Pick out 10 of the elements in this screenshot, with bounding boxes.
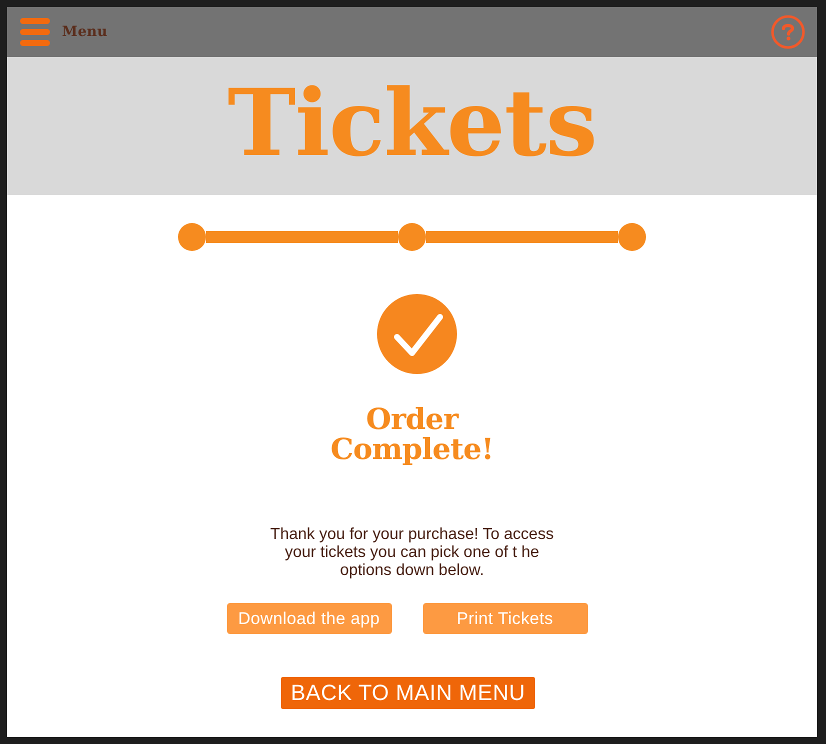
menu-button[interactable]: Menu: [20, 18, 108, 46]
help-icon[interactable]: [771, 15, 805, 49]
action-button[interactable]: Print Tickets: [422, 603, 588, 634]
checkmark-icon: [377, 294, 457, 374]
order-complete-heading: Order Complete!: [330, 404, 494, 464]
menu-icon: [20, 18, 50, 46]
confirmation-message: Thank you for your purchase! To access your tickets you can pick one of t he options down below.: [270, 526, 554, 580]
page-title: Tickets: [228, 77, 596, 175]
action-button[interactable]: Download the app: [226, 603, 392, 634]
back-to-main-menu-button[interactable]: BACK TO MAIN MENU: [280, 677, 536, 709]
